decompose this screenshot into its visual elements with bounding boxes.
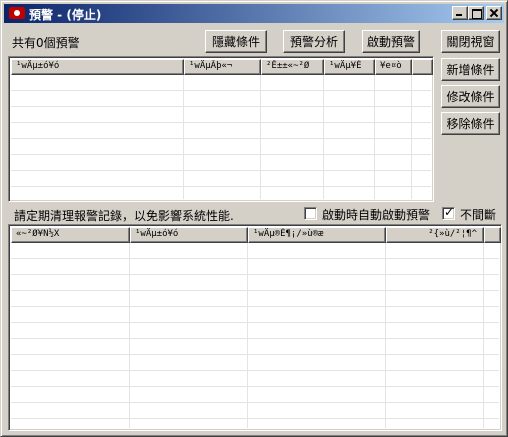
auto-start-label[interactable]: 啟動時自動啟動預警 (322, 206, 430, 223)
column-header[interactable]: ¹wÄµ¥È (324, 59, 375, 75)
table-row[interactable] (11, 339, 499, 355)
table-row[interactable] (11, 323, 499, 339)
table-row[interactable] (11, 91, 431, 107)
alert-records-list[interactable]: «~²Ø¥N½X ¹wÄµ±ó¥ó ¹wÄµ®É¶¡/»ù®æ ²{»ù/²¦¶… (8, 224, 502, 431)
table-row[interactable] (11, 107, 431, 123)
table-row[interactable] (11, 307, 499, 323)
table-row[interactable] (11, 403, 499, 419)
cleanup-notice: 請定期清理報警記錄，以免影響系統性能. (14, 209, 234, 223)
table-row[interactable] (11, 291, 499, 307)
table-row[interactable] (11, 259, 499, 275)
alert-window: 預警 - (停止) 共有0個預警 隱藏條件 預警分析 啟動預警 關閉視窗 ¹wÄ… (0, 0, 508, 437)
column-header[interactable] (412, 59, 433, 75)
table-row[interactable] (11, 171, 431, 187)
column-header[interactable]: «~²Ø¥N½X (11, 227, 130, 243)
table-row[interactable] (11, 139, 431, 155)
column-header[interactable]: ²{»ù/²¦¶^ (386, 227, 484, 243)
table-row[interactable] (11, 275, 499, 291)
column-header[interactable]: ¹wÄµ±ó¥ó (130, 227, 248, 243)
alert-analysis-button[interactable]: 預警分析 (283, 30, 345, 53)
title-bar[interactable]: 預警 - (停止) (4, 4, 504, 23)
continuous-checkbox[interactable]: ✓ (442, 205, 455, 220)
add-condition-button[interactable]: 新增條件 (441, 58, 500, 81)
table-row[interactable] (11, 243, 499, 259)
table-row[interactable] (11, 371, 499, 387)
alert-records-body (11, 243, 499, 428)
column-header[interactable]: ²Ê±±«~²Ø (261, 59, 324, 75)
remove-condition-button[interactable]: 移除條件 (441, 112, 500, 135)
edit-condition-button[interactable]: 修改條件 (441, 85, 500, 108)
app-icon (9, 7, 25, 19)
alert-conditions-body (11, 75, 431, 199)
column-header[interactable]: ¥e¤ò (375, 59, 412, 75)
start-alert-button[interactable]: 啟動預警 (362, 30, 420, 53)
table-row[interactable] (11, 419, 499, 428)
table-row[interactable] (11, 155, 431, 171)
auto-start-checkbox[interactable] (304, 207, 317, 220)
window-title: 預警 - (停止) (29, 8, 102, 22)
close-window-icon[interactable] (486, 6, 502, 20)
alert-conditions-header: ¹wÄµ±ó¥ó ¹wÄµÃþ«¬ ²Ê±±«~²Ø ¹wÄµ¥È ¥e¤ò (11, 59, 433, 75)
alert-conditions-list[interactable]: ¹wÄµ±ó¥ó ¹wÄµÃþ«¬ ²Ê±±«~²Ø ¹wÄµ¥È ¥e¤ò (8, 56, 434, 202)
table-row[interactable] (11, 387, 499, 403)
alert-count-label: 共有0個預警 (12, 36, 80, 50)
minimize-button[interactable] (452, 6, 468, 20)
hide-conditions-button[interactable]: 隱藏條件 (205, 30, 267, 53)
column-header[interactable]: ¹wÄµÃþ«¬ (184, 59, 261, 75)
column-header[interactable]: ¹wÄµ®É¶¡/»ù®æ (248, 227, 386, 243)
close-window-button[interactable]: 關閉視窗 (441, 30, 500, 53)
column-header[interactable]: ¹wÄµ±ó¥ó (11, 59, 184, 75)
table-row[interactable] (11, 75, 431, 91)
check-mark-icon: ✓ (444, 205, 455, 219)
alert-records-header: «~²Ø¥N½X ¹wÄµ±ó¥ó ¹wÄµ®É¶¡/»ù®æ ²{»ù/²¦¶… (11, 227, 501, 243)
table-row[interactable] (11, 187, 431, 199)
table-row[interactable] (11, 355, 499, 371)
column-header[interactable] (484, 227, 501, 243)
maximize-button[interactable] (468, 6, 484, 20)
table-row[interactable] (11, 123, 431, 139)
continuous-label[interactable]: 不間斷 (460, 206, 496, 223)
